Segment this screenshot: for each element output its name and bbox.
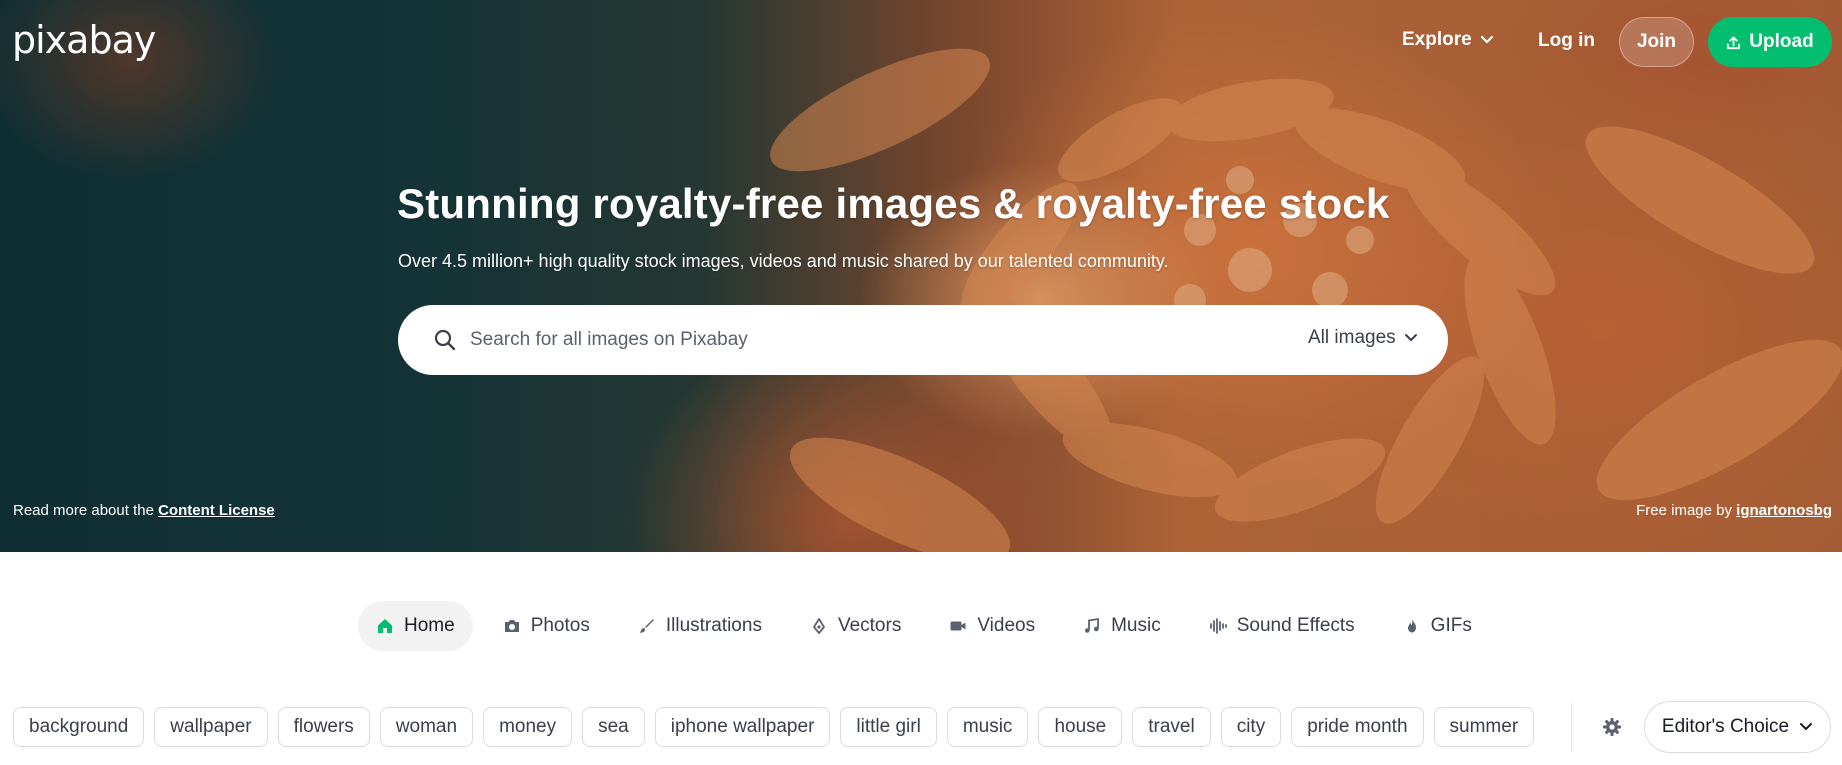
tab-label: Vectors — [837, 615, 902, 636]
tab-vectors[interactable]: Vectors — [792, 601, 919, 651]
brush-icon — [639, 619, 654, 633]
video-camera-icon — [950, 621, 966, 631]
tab-music[interactable]: Music — [1065, 601, 1179, 651]
tab-home[interactable]: Home — [358, 601, 473, 651]
tag-chip[interactable]: little girl — [840, 707, 937, 747]
pixabay-logo[interactable]: pixabay — [12, 18, 156, 62]
tag-chip[interactable]: background — [13, 707, 145, 747]
sound-wave-icon — [1209, 618, 1227, 634]
upload-button[interactable]: Upload — [1708, 17, 1832, 67]
explore-menu-button[interactable]: Explore — [1402, 29, 1494, 51]
search-bar: All images — [398, 305, 1448, 375]
tag-chip[interactable]: sea — [582, 707, 645, 747]
pen-nib-icon — [813, 618, 825, 634]
tab-label: Videos — [977, 615, 1036, 636]
join-button[interactable]: Join — [1619, 17, 1694, 67]
hero-title: Stunning royalty-free images & royalty-f… — [397, 180, 1390, 227]
tab-label: Music — [1111, 615, 1161, 636]
tag-chip[interactable]: summer — [1433, 707, 1535, 747]
tag-chip[interactable]: flowers — [277, 707, 370, 747]
search-input[interactable] — [470, 323, 1270, 357]
music-note-icon — [1085, 617, 1099, 633]
chevron-down-icon — [1480, 35, 1493, 44]
camera-icon — [504, 620, 519, 632]
license-prefix: Read more about the — [13, 502, 159, 519]
chevron-down-icon — [1404, 334, 1417, 341]
tag-chip[interactable]: house — [1038, 707, 1123, 747]
tab-label: Home — [404, 615, 455, 636]
chevron-down-icon — [1800, 723, 1813, 730]
sort-dropdown[interactable]: Editor's Choice — [1644, 701, 1831, 753]
tag-chip[interactable]: travel — [1132, 707, 1211, 747]
credit-prefix: Free image by — [1636, 502, 1737, 519]
divider — [1571, 703, 1572, 751]
tag-chip[interactable]: money — [483, 707, 573, 747]
upload-icon — [1727, 35, 1741, 49]
tab-label: GIFs — [1430, 615, 1472, 636]
content-license-note: Read more about the Content License — [13, 502, 275, 519]
flame-icon — [1407, 619, 1416, 633]
hero-banner: pixabay Explore Log in Join Upload Stunn… — [0, 0, 1842, 552]
tag-chip[interactable]: wallpaper — [154, 707, 268, 747]
tag-chip[interactable]: iphone wallpaper — [654, 707, 831, 747]
explore-label: Explore — [1402, 29, 1472, 50]
tab-photos[interactable]: Photos — [485, 601, 608, 651]
image-credit: Free image by ignartonosbg — [1636, 502, 1832, 519]
tab-gifs[interactable]: GIFs — [1385, 601, 1490, 651]
settings-button[interactable] — [1594, 709, 1630, 745]
content-license-link[interactable]: Content License — [158, 502, 275, 519]
category-tabs: Home Photos Illustrations Vectors Videos — [358, 601, 1502, 651]
upload-label: Upload — [1749, 31, 1814, 52]
tab-sound-effects[interactable]: Sound Effects — [1191, 601, 1373, 651]
tab-label: Sound Effects — [1236, 615, 1355, 636]
tag-chip[interactable]: music — [946, 707, 1029, 747]
tab-label: Photos — [530, 615, 590, 636]
media-type-dropdown[interactable]: All images — [1308, 327, 1418, 349]
login-link[interactable]: Log in — [1538, 30, 1595, 52]
media-type-label: All images — [1308, 327, 1396, 348]
trending-tags: background wallpaper flowers woman money… — [13, 707, 1535, 747]
hero-subtitle: Over 4.5 million+ high quality stock ima… — [398, 251, 1169, 271]
credit-author-link[interactable]: ignartonosbg — [1736, 502, 1832, 519]
tag-chip[interactable]: city — [1220, 707, 1282, 747]
gear-icon — [1603, 718, 1621, 736]
tab-label: Illustrations — [665, 615, 762, 636]
search-icon[interactable] — [434, 329, 456, 351]
sort-label: Editor's Choice — [1661, 716, 1790, 737]
tag-chip[interactable]: pride month — [1291, 707, 1424, 747]
tag-chip[interactable]: woman — [379, 707, 474, 747]
tab-videos[interactable]: Videos — [931, 601, 1053, 651]
home-icon — [378, 619, 392, 633]
tab-illustrations[interactable]: Illustrations — [620, 601, 780, 651]
top-navigation: pixabay Explore Log in Join Upload — [0, 0, 1842, 84]
